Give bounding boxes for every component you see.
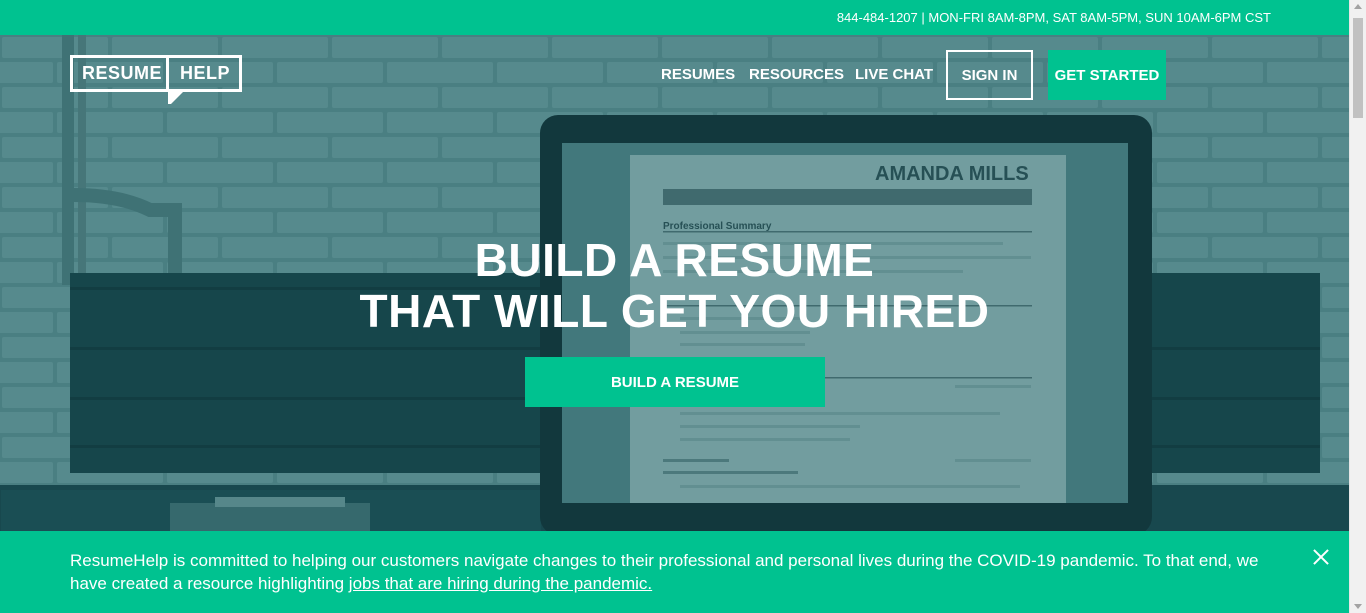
banner-hiring-link[interactable]: jobs that are hiring during the pandemic… — [349, 574, 652, 593]
banner-message: ResumeHelp is committed to helping our c… — [70, 551, 1259, 593]
hero-headline-line1: BUILD A RESUME — [474, 234, 875, 286]
nav-resumes[interactable]: RESUMES — [661, 66, 735, 83]
hero-headline-line2: THAT WILL GET YOU HIRED — [359, 285, 990, 337]
scroll-down-icon[interactable] — [1354, 604, 1362, 609]
main-nav: RESUMES RESOURCES LIVE CHAT SIGN IN GET … — [0, 50, 1349, 100]
get-started-button[interactable]: GET STARTED — [1048, 50, 1166, 100]
close-icon[interactable] — [1312, 548, 1330, 566]
nav-live-chat[interactable]: LIVE CHAT — [855, 66, 933, 83]
banner-text: ResumeHelp is committed to helping our c… — [70, 549, 1260, 595]
build-resume-button[interactable]: BUILD A RESUME — [525, 357, 825, 407]
hero-headline: BUILD A RESUME THAT WILL GET YOU HIRED — [0, 235, 1349, 337]
hero-section: AMANDA MILLS Professional Summary RESUME… — [0, 35, 1349, 531]
top-bar: 844-484-1207 | MON-FRI 8AM-8PM, SAT 8AM-… — [0, 0, 1349, 35]
page: 844-484-1207 | MON-FRI 8AM-8PM, SAT 8AM-… — [0, 0, 1349, 613]
nav-resources[interactable]: RESOURCES — [749, 66, 844, 83]
covid-notice-banner: ResumeHelp is committed to helping our c… — [0, 531, 1349, 613]
sign-in-button[interactable]: SIGN IN — [946, 50, 1033, 100]
vertical-scrollbar[interactable] — [1349, 0, 1366, 613]
scroll-up-icon[interactable] — [1354, 4, 1362, 9]
contact-info: 844-484-1207 | MON-FRI 8AM-8PM, SAT 8AM-… — [836, 10, 1271, 25]
scrollbar-thumb[interactable] — [1353, 18, 1363, 118]
